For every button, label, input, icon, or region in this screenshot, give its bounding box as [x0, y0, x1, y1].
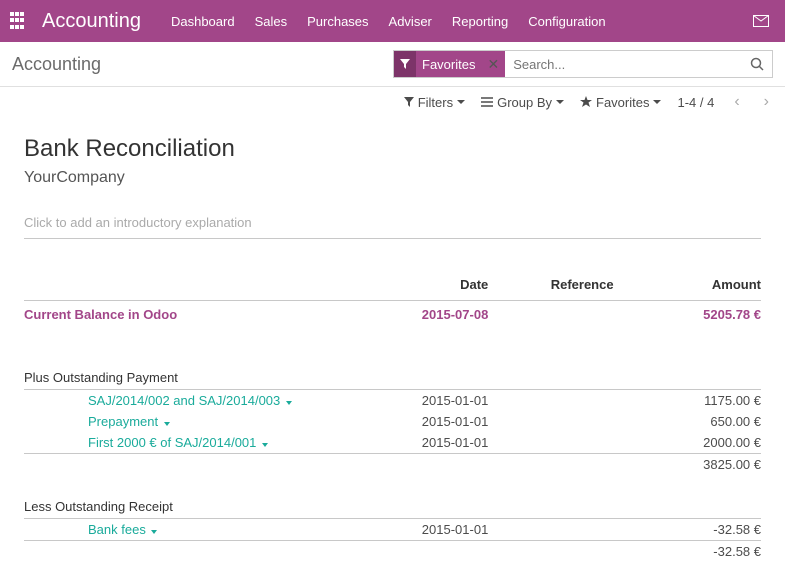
table-row: SAJ/2014/002 and SAJ/2014/003 2015-01-01…	[24, 390, 761, 412]
top-nav: Accounting Dashboard Sales Purchases Adv…	[0, 0, 785, 42]
cell-amount: 2000.00 €	[614, 432, 761, 454]
search-input[interactable]	[505, 57, 742, 72]
chevron-down-icon[interactable]	[151, 530, 157, 534]
close-icon[interactable]: ✕	[481, 56, 505, 73]
report-title: Bank Reconciliation	[24, 135, 761, 163]
cell-date: 2015-01-01	[378, 411, 489, 432]
cell-date: 2015-01-01	[378, 432, 489, 454]
favorites-button[interactable]: Favorites	[580, 95, 661, 110]
nav-links: Dashboard Sales Purchases Adviser Report…	[171, 14, 747, 29]
facet-label: Favorites	[416, 57, 481, 72]
chevron-down-icon[interactable]	[262, 443, 268, 447]
nav-sales[interactable]: Sales	[255, 14, 288, 29]
row-subtotal: 3825.00 €	[24, 454, 761, 476]
cell-amount: 5205.78 €	[614, 301, 761, 329]
mail-icon[interactable]	[747, 15, 775, 27]
cell-amount: 3825.00 €	[614, 454, 761, 476]
cell-amount: 0.00 €	[614, 562, 761, 583]
cell-amount: 650.00 €	[614, 411, 761, 432]
groupby-label: Group By	[497, 95, 552, 110]
chevron-down-icon	[653, 100, 661, 104]
search-icon[interactable]	[742, 57, 772, 71]
cell-date: 2015-01-01	[378, 390, 489, 412]
app-brand: Accounting	[42, 10, 141, 33]
filters-button[interactable]: Filters	[404, 95, 465, 110]
col-reference: Reference	[488, 269, 613, 301]
table-row: First 2000 € of SAJ/2014/001 2015-01-01 …	[24, 432, 761, 454]
nav-adviser[interactable]: Adviser	[389, 14, 432, 29]
cell-amount: -32.58 €	[614, 541, 761, 563]
chevron-down-icon[interactable]	[286, 401, 292, 405]
section-outstanding-payment: Plus Outstanding Payment	[24, 346, 761, 390]
apps-icon[interactable]	[10, 12, 28, 30]
cell-amount: 1175.00 €	[614, 390, 761, 412]
row-current-balance: Current Balance in Odoo 2015-07-08 5205.…	[24, 301, 761, 329]
filters-label: Filters	[418, 95, 453, 110]
filter-icon	[394, 51, 416, 77]
cell-amount: -32.58 €	[614, 519, 761, 541]
cell-date: 2015-07-08	[378, 301, 489, 329]
pager-next[interactable]: ›	[760, 93, 773, 111]
pager-prev[interactable]: ‹	[730, 93, 743, 111]
search-facet: Favorites ✕	[394, 51, 505, 77]
tool-bar: Filters Group By Favorites 1-4 / 4 ‹ ›	[0, 87, 785, 121]
nav-dashboard[interactable]: Dashboard	[171, 14, 235, 29]
col-amount: Amount	[614, 269, 761, 301]
chevron-down-icon	[556, 100, 564, 104]
reconciliation-table: Date Reference Amount Current Balance in…	[24, 269, 761, 583]
section-outstanding-receipt: Less Outstanding Receipt	[24, 475, 761, 519]
star-icon	[580, 96, 592, 108]
pager-count: 1-4 / 4	[677, 95, 714, 110]
entry-link[interactable]: SAJ/2014/002 and SAJ/2014/003	[88, 393, 280, 408]
row-subtotal: -32.58 €	[24, 541, 761, 563]
cell-date: 2015-01-01	[378, 519, 489, 541]
entry-link[interactable]: Prepayment	[88, 414, 158, 429]
control-bar: Accounting Favorites ✕	[0, 42, 785, 87]
chevron-down-icon	[457, 100, 465, 104]
table-row: Prepayment 2015-01-01 650.00 €	[24, 411, 761, 432]
nav-purchases[interactable]: Purchases	[307, 14, 368, 29]
breadcrumb[interactable]: Accounting	[12, 54, 101, 75]
intro-placeholder[interactable]: Click to add an introductory explanation	[24, 215, 761, 239]
entry-link[interactable]: Bank fees	[88, 522, 146, 537]
list-icon	[481, 97, 493, 107]
groupby-button[interactable]: Group By	[481, 95, 564, 110]
report-content: Bank Reconciliation YourCompany Click to…	[0, 121, 785, 583]
col-date: Date	[378, 269, 489, 301]
search-view: Favorites ✕	[393, 50, 773, 78]
cell-label: Current Balance in Odoo	[24, 301, 378, 329]
nav-configuration[interactable]: Configuration	[528, 14, 605, 29]
company-name: YourCompany	[24, 169, 761, 187]
chevron-down-icon[interactable]	[164, 422, 170, 426]
table-row: Bank fees 2015-01-01 -32.58 €	[24, 519, 761, 541]
row-unencoded: Plus Unencoded Statements 0.00 €	[24, 562, 761, 583]
nav-reporting[interactable]: Reporting	[452, 14, 508, 29]
filter-icon	[404, 97, 414, 107]
entry-link[interactable]: First 2000 € of SAJ/2014/001	[88, 435, 256, 450]
favorites-label: Favorites	[596, 95, 649, 110]
